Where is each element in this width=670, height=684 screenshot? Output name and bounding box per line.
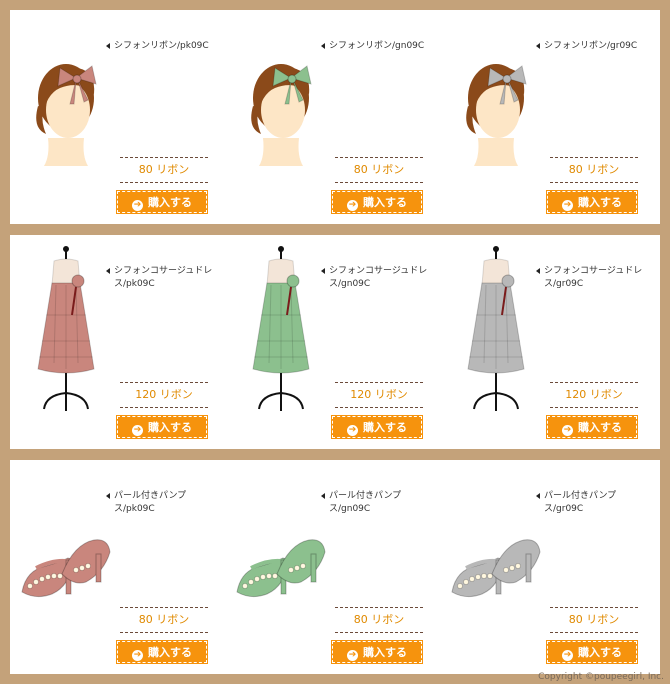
buy-button[interactable]: ➔ 購入する [331,190,423,214]
caret-left-icon [536,268,540,274]
buy-button-label: 購入する [363,196,407,209]
product-name: シフォンリボン/gr09C [544,41,638,51]
product-image[interactable] [231,500,331,660]
caret-left-icon [321,43,325,49]
caret-left-icon [321,493,325,499]
product-name: シフォンコサージュドレス/gn09C [329,266,428,289]
buy-button[interactable]: ➔ 購入する [331,640,423,664]
arrow-right-icon: ➔ [132,200,143,211]
product-image[interactable] [231,245,331,411]
buy-button-label: 購入する [363,646,407,659]
buy-button-label: 購入する [578,196,622,209]
product-price: 120 リボン [550,382,638,408]
buy-button[interactable]: ➔ 購入する [546,415,638,439]
caret-left-icon [536,493,540,499]
buy-button[interactable]: ➔ 購入する [331,415,423,439]
caret-left-icon [106,43,110,49]
product-image[interactable] [231,28,331,188]
product-name: シフォンリボン/pk09C [114,41,209,51]
product-price: 80 リボン [550,607,638,633]
product-name: パール付きパンプス/pk09C [114,491,187,514]
product-name: パール付きパンプス/gn09C [329,491,402,514]
product-name-link[interactable]: パール付きパンプス/gr09C [536,490,644,516]
product-price: 80 リボン [335,607,423,633]
buy-button[interactable]: ➔ 購入する [116,190,208,214]
product-image[interactable] [446,500,546,660]
arrow-right-icon: ➔ [562,650,573,661]
arrow-right-icon: ➔ [562,425,573,436]
product-card: パール付きパンプス/pk09C 80 リボン ➔ 購入する [10,460,225,674]
product-card: シフォンリボン/gr09C 80 リボン ➔ 購入する [440,10,655,224]
product-price: 120 リボン [335,382,423,408]
buy-button[interactable]: ➔ 購入する [116,415,208,439]
product-name: シフォンリボン/gn09C [329,41,425,51]
product-image[interactable] [446,28,546,188]
buy-button-label: 購入する [148,196,192,209]
product-image[interactable] [16,28,116,188]
product-name: シフォンコサージュドレス/pk09C [114,266,213,289]
arrow-right-icon: ➔ [132,425,143,436]
product-card: シフォンコサージュドレス/gr09C 120 リボン ➔ 購入する [440,235,655,449]
product-image[interactable] [16,245,116,411]
product-name-link[interactable]: シフォンコサージュドレス/gr09C [536,265,644,291]
product-price: 80 リボン [550,157,638,183]
product-card: シフォンコサージュドレス/pk09C 120 リボン ➔ 購入する [10,235,225,449]
buy-button-label: 購入する [148,646,192,659]
product-name-link[interactable]: パール付きパンプス/pk09C [106,490,214,516]
product-row-shoes: パール付きパンプス/pk09C 80 リボン ➔ 購入する パール付きパンプス/g… [10,460,660,674]
product-image[interactable] [446,245,546,411]
buy-button[interactable]: ➔ 購入する [546,190,638,214]
product-image[interactable] [16,500,116,660]
buy-button[interactable]: ➔ 購入する [116,640,208,664]
product-card: シフォンリボン/gn09C 80 リボン ➔ 購入する [225,10,440,224]
product-card: シフォンコサージュドレス/gn09C 120 リボン ➔ 購入する [225,235,440,449]
product-row-ribbon: シフォンリボン/pk09C 80 リボン ➔ 購入する シフォンリボン/gn09C… [10,10,660,224]
caret-left-icon [321,268,325,274]
product-price: 80 リボン [335,157,423,183]
product-name-link[interactable]: シフォンリボン/gr09C [536,40,644,53]
product-name-link[interactable]: パール付きパンプス/gn09C [321,490,429,516]
product-name: パール付きパンプス/gr09C [544,491,617,514]
buy-button-label: 購入する [363,421,407,434]
arrow-right-icon: ➔ [347,200,358,211]
product-price: 80 リボン [120,607,208,633]
buy-button-label: 購入する [578,421,622,434]
caret-left-icon [106,268,110,274]
product-price: 120 リボン [120,382,208,408]
product-row-dress: シフォンコサージュドレス/pk09C 120 リボン ➔ 購入する シフォンコサー… [10,235,660,449]
caret-left-icon [536,43,540,49]
product-name-link[interactable]: シフォンリボン/pk09C [106,40,214,53]
arrow-right-icon: ➔ [132,650,143,661]
arrow-right-icon: ➔ [347,650,358,661]
product-name: シフォンコサージュドレス/gr09C [544,266,643,289]
product-card: シフォンリボン/pk09C 80 リボン ➔ 購入する [10,10,225,224]
product-name-link[interactable]: シフォンコサージュドレス/gn09C [321,265,429,291]
buy-button-label: 購入する [148,421,192,434]
product-name-link[interactable]: シフォンコサージュドレス/pk09C [106,265,214,291]
arrow-right-icon: ➔ [562,200,573,211]
product-name-link[interactable]: シフォンリボン/gn09C [321,40,429,53]
arrow-right-icon: ➔ [347,425,358,436]
product-card: パール付きパンプス/gn09C 80 リボン ➔ 購入する [225,460,440,674]
buy-button-label: 購入する [578,646,622,659]
buy-button[interactable]: ➔ 購入する [546,640,638,664]
copyright-text: Copyright ©poupeegirl, Inc. [538,672,664,682]
product-price: 80 リボン [120,157,208,183]
caret-left-icon [106,493,110,499]
product-card: パール付きパンプス/gr09C 80 リボン ➔ 購入する [440,460,655,674]
